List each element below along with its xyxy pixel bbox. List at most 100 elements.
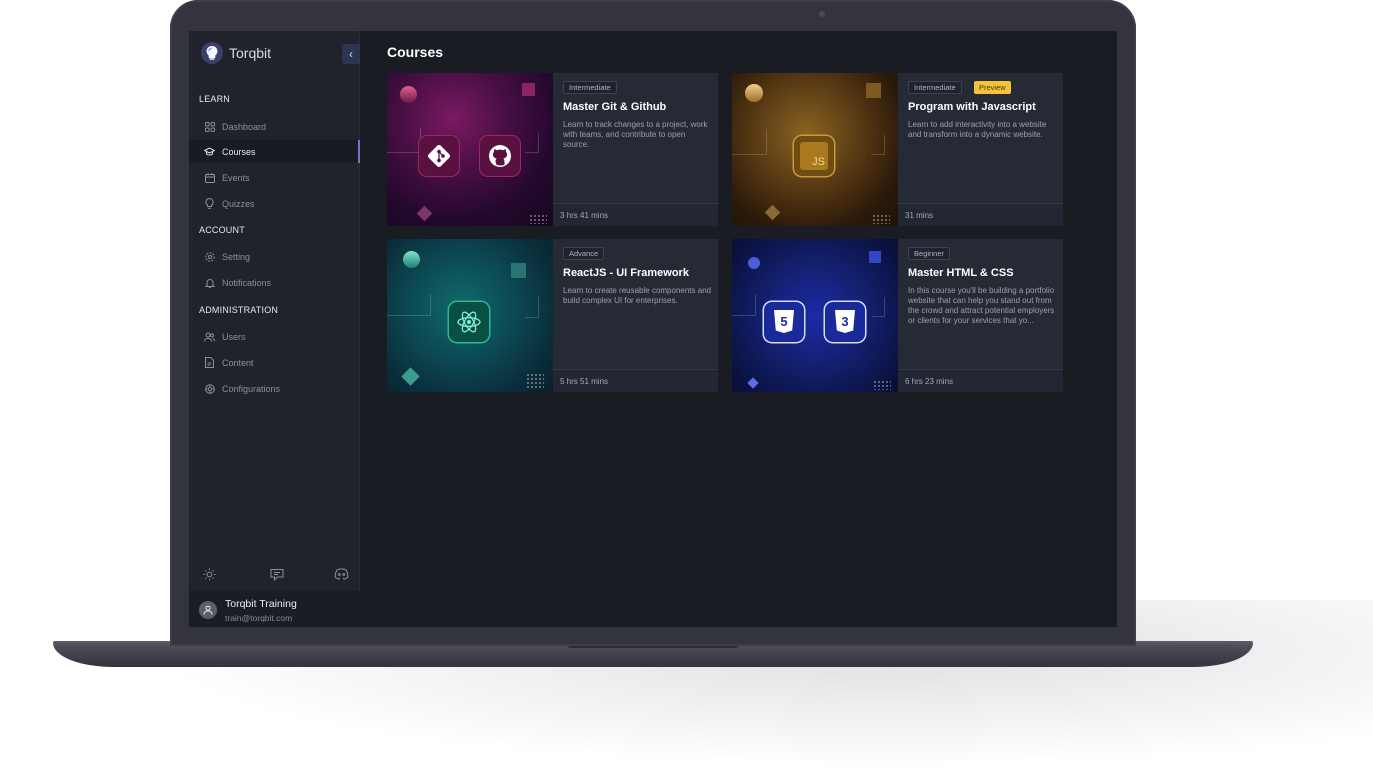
course-duration: 31 mins	[905, 211, 934, 220]
avatar	[199, 601, 217, 619]
course-duration: 6 hrs 23 mins	[905, 377, 954, 386]
decor-circle	[745, 84, 763, 102]
document-icon	[204, 357, 215, 368]
github-icon	[480, 136, 520, 176]
sidebar-item-label: Dashboard	[222, 121, 267, 132]
camera-icon	[819, 11, 825, 17]
sidebar-item-setting[interactable]: Setting	[189, 245, 360, 268]
decor-dots	[873, 380, 891, 390]
decor-circle	[400, 86, 417, 103]
css3-logo-text: 3	[841, 314, 848, 329]
course-thumbnail	[387, 73, 553, 226]
user-name: Torqbit Training	[225, 598, 297, 610]
decor-circle	[748, 257, 760, 269]
decor-line	[871, 135, 885, 155]
sidebar-item-users[interactable]: Users	[189, 325, 360, 348]
course-card[interactable]: JS Intermediate Preview Program with Jav…	[732, 73, 1063, 226]
user-profile[interactable]: Torqbit Training train@torqbit.com	[189, 591, 360, 627]
course-card[interactable]: 5 3 Beginner Master HTML & CSS In this c…	[732, 239, 1063, 392]
course-duration: 3 hrs 41 mins	[560, 211, 609, 220]
react-icon	[449, 302, 489, 342]
course-card-body: Beginner Master HTML & CSS In this cours…	[898, 239, 1063, 392]
sidebar-item-content[interactable]: Content	[189, 351, 360, 374]
course-card[interactable]: Intermediate Master Git & Github Learn t…	[387, 73, 718, 226]
page-title: Courses	[387, 44, 444, 60]
sidebar-item-quizzes[interactable]: Quizzes	[189, 192, 360, 215]
gear-icon	[204, 251, 215, 262]
collapse-sidebar-button[interactable]: ‹	[342, 44, 360, 64]
course-description: In this course you'll be building a port…	[908, 286, 1055, 325]
git-icon	[419, 136, 459, 176]
course-footer: 3 hrs 41 mins	[553, 203, 718, 226]
sidebar: Torqbit ‹ LEARN Dashboard Courses Events…	[189, 31, 360, 627]
course-footer: 6 hrs 23 mins	[898, 369, 1063, 392]
discord-icon[interactable]	[333, 566, 349, 582]
course-footer: 5 hrs 51 mins	[553, 369, 718, 392]
config-icon	[204, 383, 215, 394]
course-card-body: Intermediate Preview Program with Javasc…	[898, 73, 1063, 226]
graduation-cap-icon	[204, 146, 215, 157]
preview-badge: Preview	[974, 81, 1011, 94]
section-label-account: ACCOUNT	[199, 225, 245, 235]
course-card-body: Advance ReactJS - UI Framework Learn to …	[553, 239, 718, 392]
course-description: Learn to add interactivity into a websit…	[908, 120, 1047, 139]
sidebar-item-label: Quizzes	[222, 198, 255, 209]
sidebar-item-courses[interactable]: Courses	[189, 140, 360, 163]
decor-line	[525, 296, 539, 318]
sun-icon[interactable]	[201, 566, 217, 582]
course-card-body: Intermediate Master Git & Github Learn t…	[553, 73, 718, 226]
html5-icon: 5	[764, 302, 804, 342]
level-badge: Advance	[563, 247, 605, 260]
course-description: Learn to create reusable components and …	[563, 286, 712, 305]
course-thumbnail: 5 3	[732, 239, 898, 392]
course-card[interactable]: Advance ReactJS - UI Framework Learn to …	[387, 239, 718, 392]
sidebar-item-label: Configurations	[222, 383, 281, 394]
course-title[interactable]: Program with Javascript	[908, 101, 1036, 113]
course-description: Learn to track changes to a project, wor…	[563, 120, 708, 149]
brand[interactable]: Torqbit	[201, 42, 271, 64]
decor-circle	[403, 251, 420, 268]
javascript-logo-text: JS	[812, 156, 825, 168]
user-email: train@torqbit.com	[225, 613, 293, 623]
decor-line	[732, 294, 756, 316]
decor-line	[872, 297, 885, 317]
grid-icon	[204, 121, 215, 132]
sidebar-item-notifications[interactable]: Notifications	[189, 271, 360, 294]
sidebar-item-label: Setting	[222, 251, 251, 262]
decor-square	[866, 83, 881, 98]
decor-diamond	[416, 205, 433, 222]
course-title[interactable]: Master HTML & CSS	[908, 267, 1014, 279]
decor-square	[869, 251, 881, 263]
bell-icon	[204, 277, 215, 288]
sidebar-item-label: Users	[222, 331, 246, 342]
decor-diamond	[747, 377, 759, 389]
chevron-left-icon: ‹	[349, 47, 353, 61]
level-badge: Intermediate	[908, 81, 962, 94]
course-thumbnail: JS	[732, 73, 898, 226]
level-badge: Intermediate	[563, 81, 617, 94]
course-duration: 5 hrs 51 mins	[560, 377, 609, 386]
decor-dots	[872, 214, 890, 224]
sidebar-item-label: Courses	[222, 146, 256, 157]
decor-line	[732, 129, 767, 155]
course-thumbnail	[387, 239, 553, 392]
calendar-icon	[204, 172, 215, 183]
sidebar-item-dashboard[interactable]: Dashboard	[189, 115, 360, 138]
users-icon	[204, 331, 215, 342]
sidebar-item-configurations[interactable]: Configurations	[189, 377, 360, 400]
decor-dots	[529, 214, 547, 224]
course-title[interactable]: ReactJS - UI Framework	[563, 267, 689, 279]
sidebar-item-label: Events	[222, 172, 250, 183]
sidebar-item-events[interactable]: Events	[189, 166, 360, 189]
sidebar-item-label: Notifications	[222, 277, 272, 288]
course-title[interactable]: Master Git & Github	[563, 101, 666, 113]
bulb-icon	[204, 198, 215, 209]
chat-icon[interactable]	[269, 566, 285, 582]
sidebar-item-label: Content	[222, 357, 254, 368]
decor-square	[511, 263, 526, 278]
decor-diamond	[401, 367, 420, 386]
decor-line	[387, 294, 431, 316]
html5-logo-text: 5	[780, 314, 787, 329]
decor-diamond	[764, 204, 781, 221]
section-label-learn: LEARN	[199, 94, 231, 104]
